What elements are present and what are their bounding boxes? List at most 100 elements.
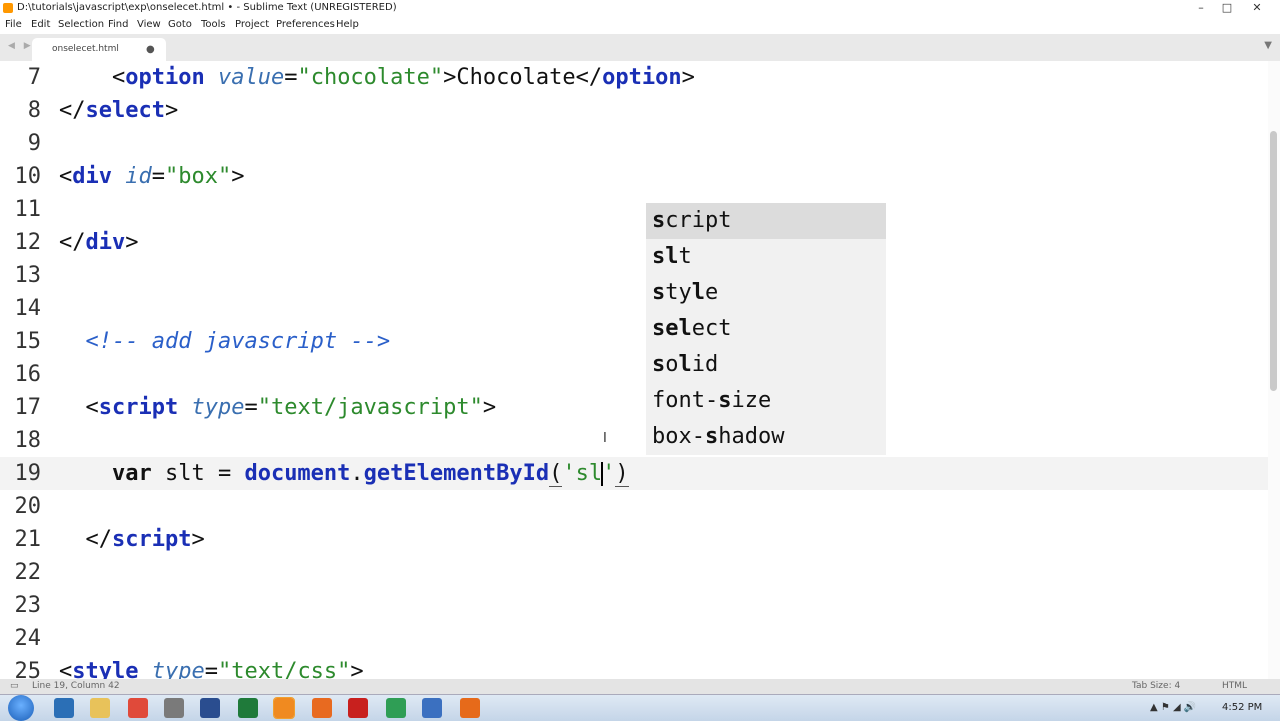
code-text: <div id="box"> [59,164,245,189]
taskbar-firefox-icon[interactable] [460,698,480,718]
taskbar-vscode-icon[interactable] [422,698,442,718]
code-line: 15 <!-- add javascript --> [0,325,1268,358]
autocomplete-item-style[interactable]: style [646,275,886,311]
taskbar-xampp-icon[interactable] [312,698,332,718]
menu-file[interactable]: File [5,19,22,30]
scrollbar-thumb[interactable] [1270,131,1277,391]
taskbar-app-icon[interactable] [164,698,184,718]
line-number: 10 [14,164,42,189]
code-line: 14 [0,292,1268,325]
autocomplete-item-font-size[interactable]: font-size [646,383,886,419]
autocomplete-item-slt[interactable]: slt [646,239,886,275]
title-bar: D:\tutorials\javascript\exp\onselecet.ht… [0,0,1280,17]
code-line: 16 [0,358,1268,391]
tab-nav-arrows-icon[interactable]: ◀ ▶ [8,41,34,51]
code-line: 24 [0,622,1268,655]
close-button[interactable]: ✕ [1242,1,1272,15]
menu-find[interactable]: Find [108,19,129,30]
line-number: 13 [14,263,42,288]
code-text: <style type="text/css"> [59,659,364,679]
code-line: 7 <option value="chocolate">Chocolate</o… [0,61,1268,94]
line-number: 24 [14,626,42,651]
code-line: 10 <div id="box"> [0,160,1268,193]
taskbar-acrobat-icon[interactable] [348,698,368,718]
code-editor[interactable]: 7 <option value="chocolate">Chocolate</o… [0,61,1268,679]
tab-size[interactable]: Tab Size: 4 [1132,681,1180,691]
code-line: 20 [0,490,1268,523]
taskbar-sublime-icon[interactable] [273,697,295,719]
autocomplete-item-solid[interactable]: solid [646,347,886,383]
code-text: <script type="text/javascript"> [85,395,497,420]
menu-help[interactable]: Help [336,19,359,30]
line-number: 25 [14,659,42,679]
code-line: 21 </script> [0,523,1268,556]
code-line: 25 <style type="text/css"> [0,655,1268,679]
line-number: 22 [14,560,42,585]
code-text: </select> [59,98,179,123]
html-comment: <!-- add javascript --> [85,329,391,354]
autocomplete-item-script[interactable]: script [646,203,886,239]
line-number: 16 [14,362,42,387]
autocomplete-popup: script slt style select solid font-size … [646,203,886,455]
code-text: <option value="chocolate">Chocolate</opt… [111,65,695,90]
start-button-icon[interactable] [8,695,34,721]
code-line: 23 [0,589,1268,622]
line-number: 14 [14,296,42,321]
syntax-mode[interactable]: HTML [1222,681,1247,691]
code-line: 13 [0,259,1268,292]
taskbar-powershell-icon[interactable] [54,698,74,718]
ibeam-cursor-icon: I [603,431,607,446]
line-number: 18 [14,428,42,453]
menu-project[interactable]: Project [235,19,269,30]
system-tray-icons[interactable]: ▲ ⚑ ◢ 🔊 [1150,702,1196,713]
taskbar-vm-icon[interactable] [200,698,220,718]
menu-preferences[interactable]: Preferences [276,19,335,30]
code-line: 18 [0,424,1268,457]
taskbar-app2-icon[interactable] [386,698,406,718]
current-code-line: 19 var slt = document.getElementById('sl… [0,457,1268,490]
status-bar: ▭ Line 19, Column 42 Tab Size: 4 HTML [0,679,1280,694]
unsaved-dot-icon[interactable]: ● [146,44,155,55]
line-number: 15 [14,329,42,354]
menu-selection[interactable]: Selection [58,19,104,30]
minimize-button[interactable]: – [1190,1,1212,15]
code-text: var slt = document.getElementById('sl') [111,461,629,487]
line-number: 17 [14,395,42,420]
taskbar-excel-icon[interactable] [238,698,258,718]
tab-menu-icon[interactable]: ▼ [1264,40,1272,51]
autocomplete-item-select[interactable]: select [646,311,886,347]
sublime-app-icon [3,3,13,13]
menu-goto[interactable]: Goto [168,19,192,30]
autocomplete-item-box-shadow[interactable]: box-shadow [646,419,886,455]
line-number: 8 [27,98,41,123]
line-number: 23 [14,593,42,618]
line-number: 20 [14,494,42,519]
line-number: 19 [14,461,42,486]
tab-label: onselecet.html [52,44,119,54]
code-text: </script> [85,527,205,552]
code-line: 8 </select> [0,94,1268,127]
code-line: 9 [0,127,1268,160]
tab-onselecet-html[interactable]: onselecet.html ● [32,38,166,61]
menu-edit[interactable]: Edit [31,19,50,30]
code-line: 12 </div> [0,226,1268,259]
vertical-scrollbar[interactable] [1268,61,1280,679]
maximize-button[interactable]: □ [1216,1,1238,15]
code-line: 17 <script type="text/javascript"> [0,391,1268,424]
menu-view[interactable]: View [137,19,161,30]
code-text: <!-- add javascript --> [59,325,391,358]
menu-tools[interactable]: Tools [201,19,226,30]
code-line: 11 [0,193,1268,226]
window-title: D:\tutorials\javascript\exp\onselecet.ht… [17,2,397,13]
line-number: 7 [27,65,41,90]
panel-toggle-icon[interactable]: ▭ [10,681,19,691]
taskbar-clock[interactable]: 4:52 PM [1222,702,1262,713]
tab-bar: ◀ ▶ onselecet.html ● ▼ [0,34,1280,62]
code-text: </div> [59,230,139,255]
line-number: 12 [14,230,42,255]
cursor-position: Line 19, Column 42 [32,681,120,691]
windows-taskbar: ▲ ⚑ ◢ 🔊 4:52 PM [0,694,1280,721]
taskbar-explorer-icon[interactable] [90,698,110,718]
line-number: 21 [14,527,42,552]
taskbar-chrome-icon[interactable] [128,698,148,718]
